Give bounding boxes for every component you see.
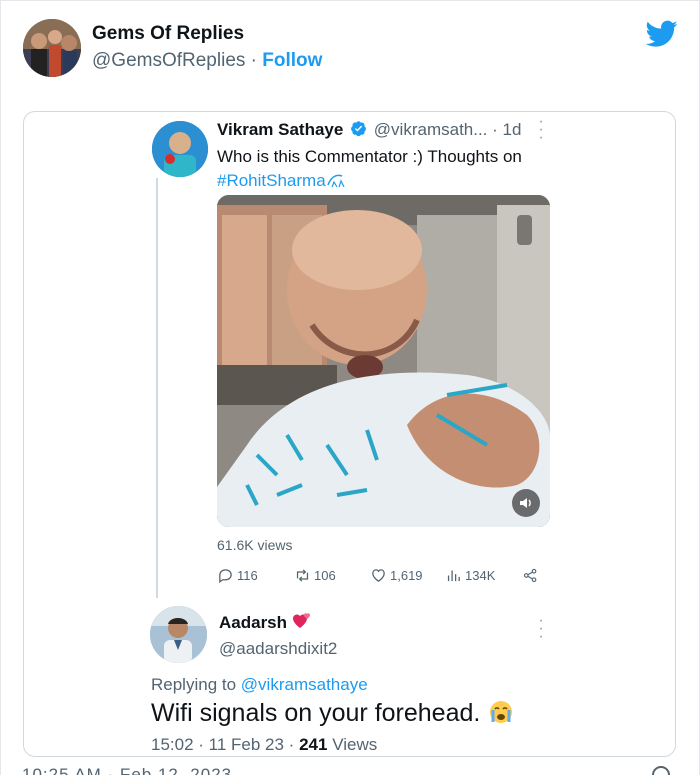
more-options-icon[interactable]: · · · xyxy=(536,114,546,146)
analytics-icon xyxy=(447,570,460,582)
heart-icon xyxy=(372,569,385,582)
account-handle-row: @GemsOfReplies · Follow xyxy=(92,50,322,72)
hashtag-emoji-icon xyxy=(326,174,345,188)
reply-views-count: 241 xyxy=(299,735,328,754)
retweet-action[interactable]: 106 xyxy=(294,567,336,584)
retweet-icon xyxy=(296,569,309,582)
reply-icon xyxy=(219,569,232,584)
crying-emoji-icon xyxy=(490,701,513,723)
reply-author-name[interactable]: Aadarsh xyxy=(219,613,287,632)
replying-to-link[interactable]: @vikramsathaye xyxy=(241,675,368,694)
action-bar: 116 106 1,619 134K xyxy=(217,567,547,587)
quoted-author-handle[interactable]: @vikramsath... xyxy=(374,120,488,139)
reply-count: 116 xyxy=(237,568,258,583)
share-icon xyxy=(523,568,537,583)
hearts-emoji-icon xyxy=(292,613,310,628)
replying-to-line: Replying to @vikramsathaye xyxy=(151,675,368,695)
quoted-tweet-time[interactable]: · 1d xyxy=(492,120,521,139)
outer-tweet-timestamp: 10:25 AM · Feb 12, 2023 xyxy=(22,765,233,775)
separator: · xyxy=(250,50,257,71)
account-name[interactable]: Gems Of Replies xyxy=(92,23,244,45)
aadarsh-avatar[interactable] xyxy=(150,606,207,663)
reply-meta: 15:02 · 11 Feb 23 · 241 Views xyxy=(151,735,377,755)
view-count: 134K xyxy=(465,568,496,583)
reply-views-label: Views xyxy=(332,735,378,754)
reply-timestamp[interactable]: 15:02 · 11 Feb 23 · xyxy=(151,735,294,754)
verified-badge-icon xyxy=(351,121,366,137)
account-avatar[interactable] xyxy=(23,19,81,77)
reply-more-options-icon[interactable]: · · · xyxy=(536,613,546,645)
quoted-author-name[interactable]: Vikram Sathaye xyxy=(217,120,343,139)
reply-text: Wifi signals on your forehead. xyxy=(151,699,481,727)
video-view-count: 61.6K views xyxy=(217,537,293,553)
quoted-tweet-text: Who is this Commentator :) Thoughts on #… xyxy=(217,145,557,193)
volume-icon[interactable] xyxy=(512,489,540,517)
views-action[interactable]: 134K xyxy=(445,567,495,584)
reply-author-row: Aadarsh xyxy=(219,612,312,633)
vikram-avatar[interactable] xyxy=(152,121,208,177)
reply-action[interactable]: 116 xyxy=(217,567,258,584)
retweet-count: 106 xyxy=(314,568,336,583)
like-action[interactable]: 1,619 xyxy=(370,567,423,584)
twitter-bird-icon[interactable] xyxy=(646,20,678,48)
quoted-tweet-header: Vikram Sathaye @vikramsath... · 1d xyxy=(217,120,521,140)
follow-button[interactable]: Follow xyxy=(262,50,322,71)
share-action[interactable] xyxy=(522,567,539,584)
hashtag-link[interactable]: #RohitSharma xyxy=(217,171,326,190)
replying-prefix: Replying to xyxy=(151,675,237,694)
quoted-tweet-body: Who is this Commentator :) Thoughts on xyxy=(217,147,522,166)
reply-author-handle[interactable]: @aadarshdixit2 xyxy=(219,639,337,659)
thread-connector-line xyxy=(156,178,158,598)
video-media[interactable] xyxy=(217,195,550,527)
like-count: 1,619 xyxy=(390,568,423,583)
account-handle[interactable]: @GemsOfReplies xyxy=(92,50,245,71)
reply-text-row: Wifi signals on your forehead. xyxy=(151,699,515,728)
